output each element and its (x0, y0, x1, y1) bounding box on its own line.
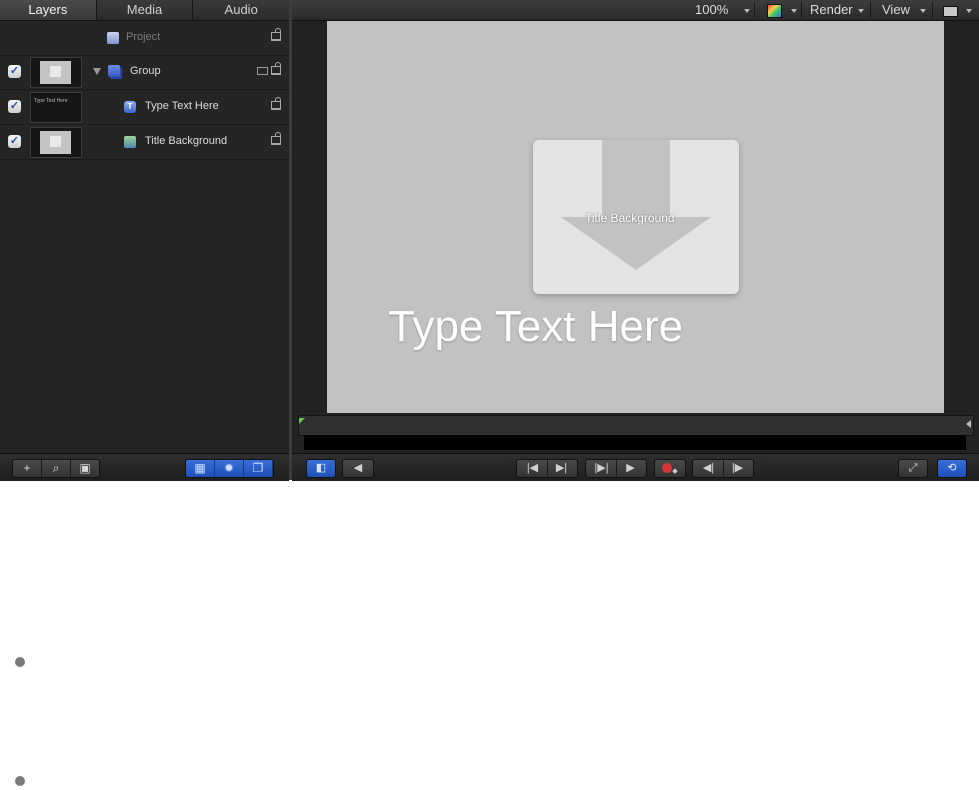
bg-layer-label: Title Background (145, 135, 228, 147)
motion-window: Layers Media Audio Project ✓ Group ✓ Typ… (0, 0, 979, 481)
layer-row-text[interactable]: ✓ Type Text Here T Type Text Here (0, 90, 289, 125)
text-layer-label: Type Text Here (145, 100, 219, 112)
go-to-end-button[interactable]: ▶| (546, 460, 576, 477)
divider (754, 2, 755, 18)
render-menu[interactable]: Render (810, 0, 853, 20)
color-channels-icon[interactable] (767, 4, 782, 18)
view-caret-icon[interactable] (920, 9, 926, 13)
playhead-icon[interactable] (299, 418, 305, 424)
timeline-strip[interactable] (304, 435, 966, 450)
group-icon (108, 65, 120, 77)
bg-thumbnail (30, 127, 82, 158)
shape-label: Title Background (585, 211, 675, 225)
add-icon[interactable]: + (13, 460, 42, 477)
disclosure-triangle-icon[interactable] (93, 68, 101, 75)
layers-toolbar: + ⌕ ▣ ▦ ✹ ❐ (0, 453, 289, 481)
pane-icon[interactable]: ▣ (71, 460, 99, 477)
go-to-start-button[interactable]: |◀ (519, 460, 547, 477)
panel-tabs: Layers Media Audio (0, 0, 289, 21)
layer-row-background[interactable]: ✓ Title Background (0, 125, 289, 160)
tab-layers[interactable]: Layers (0, 0, 97, 20)
text-layer-icon: T (124, 101, 136, 113)
lock-icon[interactable] (271, 28, 281, 41)
image-layer-icon (124, 136, 136, 148)
audio-button[interactable]: ◀ (342, 459, 374, 478)
lock-icon[interactable] (271, 97, 281, 110)
bullet-point (15, 657, 25, 667)
play-button[interactable]: ▶ (615, 460, 645, 477)
jump-group: |◀ ▶| (516, 459, 578, 478)
lock-icon[interactable] (271, 62, 281, 75)
layer-actions: + ⌕ ▣ (12, 459, 100, 478)
group-checkbox[interactable]: ✓ (8, 65, 21, 78)
record-button[interactable]: ◆ (654, 459, 686, 478)
loop-icon: ⟲ (947, 462, 957, 474)
mini-timeline[interactable] (298, 415, 974, 436)
play-range-button[interactable]: |▶| (588, 460, 616, 477)
shape-notch (602, 140, 670, 218)
speaker-icon: ◀ (353, 462, 363, 474)
divider (870, 2, 871, 18)
group-thumbnail (30, 57, 82, 88)
thumbnail-view-icon[interactable]: ▦ (186, 460, 215, 477)
tab-audio[interactable]: Audio (193, 0, 289, 20)
layer-row-group[interactable]: ✓ Group (0, 55, 289, 90)
text-thumbnail: Type Text Here (30, 92, 82, 123)
project-icon (107, 32, 119, 44)
zoom-caret-icon[interactable] (744, 9, 750, 13)
text-layer-checkbox[interactable]: ✓ (8, 100, 21, 113)
canvas-stage[interactable]: Title Background Type Text Here (327, 21, 944, 413)
previous-frame-button[interactable]: ◀| (695, 460, 723, 477)
layer-row-project[interactable]: Project (0, 21, 289, 56)
play-group: |▶| ▶ (585, 459, 647, 478)
loop-button[interactable]: ⟲ (937, 459, 967, 478)
tab-media[interactable]: Media (97, 0, 194, 20)
title-text[interactable]: Type Text Here (388, 302, 683, 352)
timing-pane-icon: ◧ (315, 462, 327, 474)
group-type-icon[interactable] (257, 67, 268, 75)
canvas-area: 100% Render View Title Background Type T… (292, 0, 979, 481)
canvas-toolbar: 100% Render View (292, 0, 979, 21)
layout-caret-icon[interactable] (966, 9, 972, 13)
transport-bar: ◧ ◀ |◀ ▶| |▶| ▶ ◆ ◀| |▶ ⤢ ⟲ (292, 453, 979, 481)
bg-layer-checkbox[interactable]: ✓ (8, 135, 21, 148)
next-frame-button[interactable]: |▶ (722, 460, 752, 477)
view-options: ▦ ✹ ❐ (185, 459, 274, 478)
zoom-menu[interactable]: 100% (695, 0, 728, 20)
render-caret-icon[interactable] (858, 9, 864, 13)
fullscreen-icon: ⤢ (908, 462, 918, 474)
group-label: Group (130, 65, 161, 77)
divider (801, 2, 802, 18)
fullscreen-button[interactable]: ⤢ (898, 459, 928, 478)
frame-step-group: ◀| |▶ (692, 459, 754, 478)
layers-stack-icon[interactable]: ❐ (244, 460, 273, 477)
color-caret-icon[interactable] (791, 9, 797, 13)
bullet-point (15, 776, 25, 786)
layout-icon[interactable] (943, 6, 958, 17)
view-menu[interactable]: View (882, 0, 910, 20)
lock-icon[interactable] (271, 132, 281, 145)
thumb-text: Type Text Here (34, 98, 68, 104)
record-icon (662, 463, 673, 473)
search-icon[interactable]: ⌕ (42, 460, 71, 477)
gear-icon[interactable]: ✹ (215, 460, 244, 477)
record-options-icon: ◆ (672, 468, 678, 475)
timing-pane-button[interactable]: ◧ (306, 459, 336, 478)
divider (932, 2, 933, 18)
out-point-icon[interactable] (966, 420, 971, 428)
project-label: Project (126, 31, 161, 43)
layers-panel: Layers Media Audio Project ✓ Group ✓ Typ… (0, 0, 289, 481)
